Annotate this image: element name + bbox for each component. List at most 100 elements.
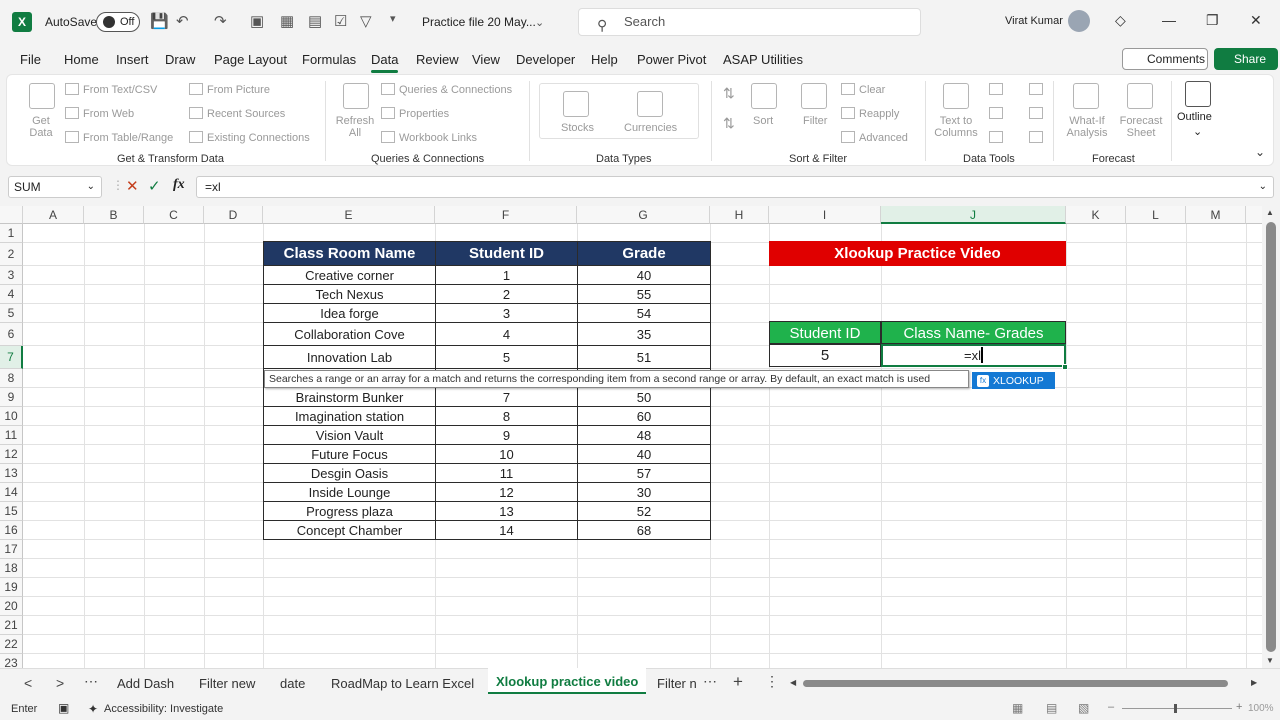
print-preview-icon[interactable]: ▦	[280, 12, 294, 30]
consolidate-icon[interactable]	[1029, 83, 1047, 96]
avatar[interactable]	[1068, 10, 1090, 32]
tab-insert[interactable]: Insert	[116, 52, 149, 67]
row-header[interactable]: 11	[0, 426, 23, 445]
cell[interactable]: Creative corner	[263, 265, 436, 285]
sheet-tab-xlookup-practice[interactable]: Xlookup practice video	[488, 668, 647, 694]
tab-draw[interactable]: Draw	[165, 52, 195, 67]
cell[interactable]: 40	[577, 444, 711, 464]
sheet-tab-filter-n[interactable]: Filter n	[657, 676, 697, 691]
cell[interactable]: 9	[435, 425, 578, 445]
cell[interactable]: 11	[435, 463, 578, 483]
cell[interactable]: 4	[435, 322, 578, 346]
cell[interactable]: 55	[577, 284, 711, 304]
outline-button[interactable]: Outline	[1177, 111, 1212, 123]
text-to-columns-button[interactable]: Text to Columns	[933, 115, 979, 139]
row-header[interactable]: 9	[0, 388, 23, 407]
reapply-button[interactable]: Reapply	[841, 107, 899, 120]
form-icon[interactable]: ▤	[308, 12, 322, 30]
accessibility-icon[interactable]: ✦	[88, 702, 98, 716]
horizontal-scroll-thumb[interactable]	[803, 680, 1228, 687]
cell[interactable]: 10	[435, 444, 578, 464]
cell[interactable]: 57	[577, 463, 711, 483]
row-header[interactable]: 16	[0, 521, 23, 540]
tab-formulas[interactable]: Formulas	[302, 52, 356, 67]
col-header-f[interactable]: F	[435, 206, 577, 224]
more-sheets-right-icon[interactable]: ⋯	[703, 673, 717, 690]
cell[interactable]: Idea forge	[263, 303, 436, 323]
page-layout-view-icon[interactable]: ▤	[1046, 701, 1057, 715]
cell[interactable]: Imagination station	[263, 406, 436, 426]
tab-view[interactable]: View	[472, 52, 500, 67]
row-header[interactable]: 12	[0, 445, 23, 464]
user-name[interactable]: Virat Kumar	[1005, 15, 1063, 27]
cell[interactable]: Desgin Oasis	[263, 463, 436, 483]
cell[interactable]: 48	[577, 425, 711, 445]
recent-sources-button[interactable]: Recent Sources	[189, 107, 285, 120]
data-model-icon[interactable]	[1029, 131, 1047, 144]
col-header-i[interactable]: I	[769, 206, 881, 224]
col-header-c[interactable]: C	[144, 206, 204, 224]
col-header-a[interactable]: A	[23, 206, 84, 224]
add-sheet-icon[interactable]: +	[733, 672, 743, 692]
flash-fill-icon[interactable]	[989, 83, 1007, 96]
tab-developer[interactable]: Developer	[516, 52, 575, 67]
cell[interactable]: 14	[435, 520, 578, 540]
row-header[interactable]: 2	[0, 243, 23, 266]
scroll-left-icon[interactable]: ◀	[790, 678, 796, 687]
filter-button[interactable]: Filter	[803, 115, 827, 127]
row-header[interactable]: 3	[0, 266, 23, 285]
scroll-up-icon[interactable]: ▲	[1266, 208, 1274, 217]
stocks-button[interactable]: Stocks	[561, 122, 594, 134]
col-header-h[interactable]: H	[710, 206, 769, 224]
cancel-icon[interactable]: ✕	[126, 177, 139, 195]
student-id-input-cell[interactable]: 5	[769, 344, 881, 367]
row-header[interactable]: 7	[0, 346, 23, 369]
cell[interactable]: 8	[435, 406, 578, 426]
undo-icon[interactable]: ↶	[176, 12, 189, 30]
col-header-m[interactable]: M	[1186, 206, 1246, 224]
name-box[interactable]: SUM ⌄	[8, 176, 102, 198]
tab-review[interactable]: Review	[416, 52, 459, 67]
remove-duplicates-icon[interactable]	[989, 107, 1007, 120]
refresh-all-button[interactable]: Refresh All	[333, 115, 377, 139]
insert-function-icon[interactable]: fx	[173, 177, 185, 193]
table-header-grade[interactable]: Grade	[577, 241, 711, 266]
table-header-student-id[interactable]: Student ID	[435, 241, 578, 266]
col-header-e[interactable]: E	[263, 206, 435, 224]
sheet-tab-add-dash[interactable]: Add Dash	[117, 676, 174, 691]
row-header[interactable]: 6	[0, 323, 23, 346]
row-header[interactable]: 22	[0, 635, 23, 654]
autosave-toggle[interactable]: Off	[96, 12, 140, 32]
row-header[interactable]: 15	[0, 502, 23, 521]
cell[interactable]: Vision Vault	[263, 425, 436, 445]
cell[interactable]: 5	[435, 345, 578, 369]
sheet-tab-filter-new[interactable]: Filter new	[199, 676, 255, 691]
row-header[interactable]: 17	[0, 540, 23, 559]
filter-qat-icon[interactable]: ▽	[360, 12, 372, 30]
camera-icon[interactable]: ▣	[250, 12, 264, 30]
cell[interactable]: Collaboration Cove	[263, 322, 436, 346]
row-header[interactable]: 19	[0, 578, 23, 597]
cell[interactable]: Inside Lounge	[263, 482, 436, 502]
cell[interactable]: 68	[577, 520, 711, 540]
currencies-button[interactable]: Currencies	[624, 122, 677, 134]
col-header-n[interactable]	[1246, 206, 1262, 224]
existing-connections-button[interactable]: Existing Connections	[189, 131, 310, 144]
col-header-k[interactable]: K	[1066, 206, 1126, 224]
row-header[interactable]: 20	[0, 597, 23, 616]
zoom-in-icon[interactable]: +	[1236, 701, 1242, 713]
outline-dropdown-icon[interactable]: ⌄	[1193, 125, 1202, 138]
cell[interactable]: 12	[435, 482, 578, 502]
macro-record-icon[interactable]: ▣	[58, 701, 69, 715]
from-picture-button[interactable]: From Picture	[189, 83, 270, 96]
accessibility-status[interactable]: Accessibility: Investigate	[104, 703, 223, 715]
sort-az-icon[interactable]: ⇅	[723, 85, 735, 102]
col-header-b[interactable]: B	[84, 206, 144, 224]
cell[interactable]: 13	[435, 501, 578, 521]
workbook-links-button[interactable]: Workbook Links	[381, 131, 477, 144]
table-header-class-room[interactable]: Class Room Name	[263, 241, 436, 266]
fill-handle[interactable]	[1062, 364, 1068, 370]
zoom-slider[interactable]	[1122, 708, 1232, 709]
cell[interactable]: 35	[577, 322, 711, 346]
enter-check-icon[interactable]: ✓	[148, 177, 161, 195]
